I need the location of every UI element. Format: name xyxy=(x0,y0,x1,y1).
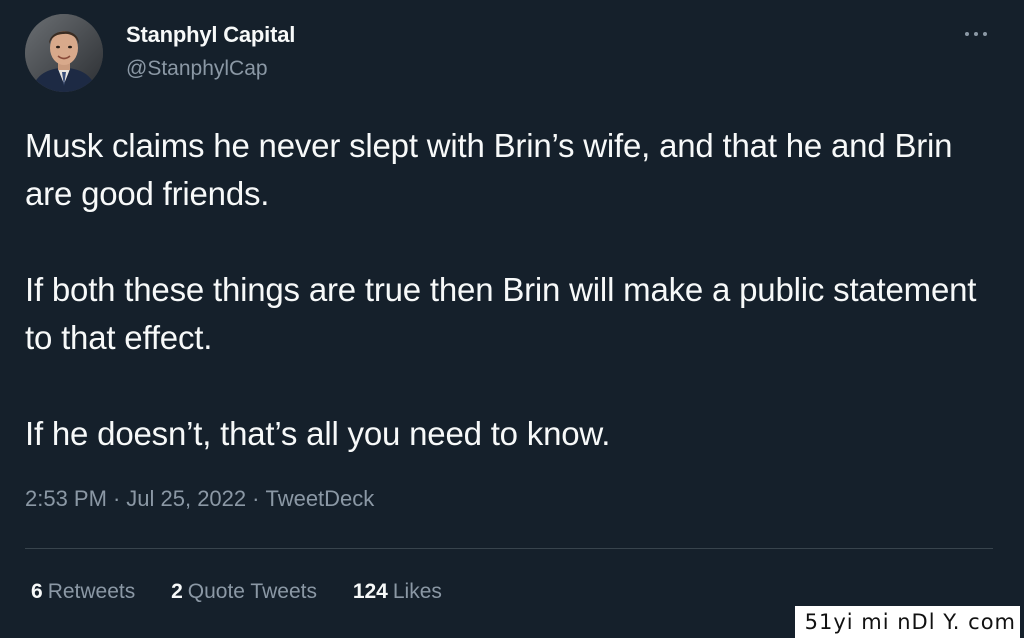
retweets-label: Retweets xyxy=(47,580,136,603)
tweet-date[interactable]: Jul 25, 2022 xyxy=(126,486,246,511)
likes-count: 124 xyxy=(352,580,388,603)
site-watermark: 51yi mi nDl Y. com xyxy=(794,606,1020,638)
author-avatar[interactable] xyxy=(25,14,103,92)
quote-tweets-label: Quote Tweets xyxy=(187,580,317,603)
quote-tweets-count: 2 xyxy=(171,580,183,603)
meta-separator: · xyxy=(252,486,260,511)
likes-label: Likes xyxy=(392,580,442,603)
more-options-icon[interactable] xyxy=(958,22,994,46)
engagement-stats: 6 Retweets 2 Quote Tweets 124 Likes xyxy=(31,580,472,604)
tweet-body: Musk claims he never slept with Brin’s w… xyxy=(25,122,985,458)
meta-separator: · xyxy=(112,486,121,511)
tweet-paragraph: If he doesn’t, that’s all you need to kn… xyxy=(25,415,611,452)
tweet-paragraph: If both these things are true then Brin … xyxy=(25,271,977,356)
retweets-count: 6 xyxy=(31,580,43,603)
tweet-metadata: 2:53 PM · Jul 25, 2022 · TweetDeck xyxy=(25,486,374,512)
likes-stat[interactable]: 124 Likes xyxy=(353,580,442,604)
tweet-paragraph: Musk claims he never slept with Brin’s w… xyxy=(25,127,953,212)
tweet-time[interactable]: 2:53 PM xyxy=(25,486,107,511)
ellipsis-icon xyxy=(965,32,987,36)
quote-tweets-stat[interactable]: 2 Quote Tweets xyxy=(171,580,317,604)
tweet-card: Stanphyl Capital @StanphylCap Musk claim… xyxy=(0,0,1024,638)
author-name[interactable]: Stanphyl Capital xyxy=(126,22,295,48)
author-handle[interactable]: @StanphylCap xyxy=(126,57,268,81)
divider xyxy=(25,548,993,549)
retweets-stat[interactable]: 6 Retweets xyxy=(31,580,135,604)
tweet-source[interactable]: TweetDeck xyxy=(265,486,374,511)
avatar-image xyxy=(25,14,103,92)
